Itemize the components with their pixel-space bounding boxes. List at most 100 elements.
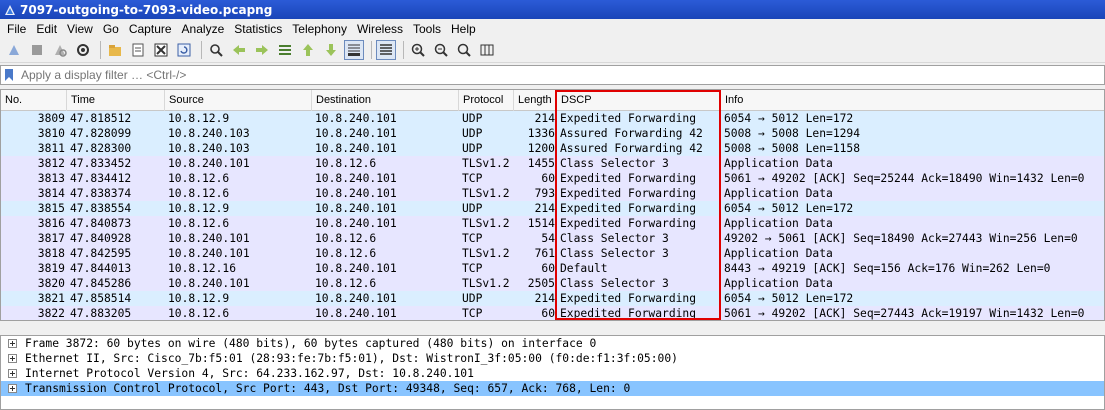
packet-destination: 10.8.240.101 <box>315 187 397 200</box>
packet-row[interactable]: 3813 47.834412 10.8.12.6 10.8.240.101 TCP 60 E… <box>1 171 1104 186</box>
column-destination[interactable]: Destination <box>312 90 459 111</box>
menu-telephony[interactable]: Telephony <box>287 22 352 36</box>
start-capture-icon[interactable] <box>4 40 24 60</box>
packet-protocol: TCP <box>462 262 483 275</box>
packet-source: 10.8.12.6 <box>168 172 230 185</box>
column-dscp[interactable]: DSCP <box>557 90 721 111</box>
packet-length: 54 <box>541 232 555 245</box>
packet-no: 3813 <box>37 172 65 185</box>
menu-go[interactable]: Go <box>98 22 124 36</box>
packet-row[interactable]: 3821 47.858514 10.8.12.9 10.8.240.101 UDP 214… <box>1 291 1104 306</box>
toolbar-separator <box>100 41 101 59</box>
packet-info: Application Data <box>724 247 833 260</box>
packet-rows: 3809 47.818512 10.8.12.9 10.8.240.101 UDP 214… <box>1 111 1104 320</box>
column-length[interactable]: Length <box>514 90 557 111</box>
detail-frame[interactable]: Frame 3872: 60 bytes on wire (480 bits),… <box>1 336 1104 351</box>
packet-length: 214 <box>534 112 555 125</box>
window-title: 7097-outgoing-to-7093-video.pcapng <box>20 2 273 17</box>
packet-destination: 10.8.12.6 <box>315 247 377 260</box>
column-protocol[interactable]: Protocol <box>459 90 514 111</box>
packet-destination: 10.8.12.6 <box>315 157 377 170</box>
menu-statistics[interactable]: Statistics <box>229 22 287 36</box>
packet-protocol: UDP <box>462 292 483 305</box>
restart-capture-icon[interactable] <box>50 40 70 60</box>
reload-file-icon[interactable] <box>174 40 194 60</box>
packet-row[interactable]: 3809 47.818512 10.8.12.9 10.8.240.101 UDP 214… <box>1 111 1104 126</box>
go-to-packet-icon[interactable] <box>275 40 295 60</box>
packet-row[interactable]: 3815 47.838554 10.8.12.9 10.8.240.101 UDP 214… <box>1 201 1104 216</box>
column-no[interactable]: No. <box>1 90 67 111</box>
open-file-icon[interactable] <box>105 40 125 60</box>
colorize-icon[interactable] <box>376 40 396 60</box>
packet-dscp: Class Selector 3 <box>560 232 669 245</box>
zoom-reset-icon[interactable] <box>454 40 474 60</box>
bookmark-icon[interactable] <box>4 67 18 83</box>
menu-wireless[interactable]: Wireless <box>352 22 408 36</box>
expand-icon[interactable] <box>8 384 17 393</box>
column-time[interactable]: Time <box>67 90 165 111</box>
go-first-packet-icon[interactable] <box>298 40 318 60</box>
packet-row[interactable]: 3819 47.844013 10.8.12.16 10.8.240.101 TCP 60… <box>1 261 1104 276</box>
packet-row[interactable]: 3816 47.840873 10.8.12.6 10.8.240.101 TLSv1.… <box>1 216 1104 231</box>
toolbar-separator <box>403 41 404 59</box>
resize-columns-icon[interactable] <box>477 40 497 60</box>
menu-tools[interactable]: Tools <box>408 22 446 36</box>
packet-destination: 10.8.240.101 <box>315 172 397 185</box>
column-source[interactable]: Source <box>165 90 312 111</box>
packet-dscp: Expedited Forwarding <box>560 112 697 125</box>
go-back-icon[interactable] <box>229 40 249 60</box>
packet-destination: 10.8.240.101 <box>315 127 397 140</box>
display-filter-bar <box>0 65 1105 85</box>
capture-options-icon[interactable] <box>73 40 93 60</box>
packet-row[interactable]: 3810 47.828099 10.8.240.103 10.8.240.101 UDP… <box>1 126 1104 141</box>
packet-list: No. Time Source Destination Protocol Len… <box>0 89 1105 321</box>
zoom-in-icon[interactable] <box>408 40 428 60</box>
packet-row[interactable]: 3817 47.840928 10.8.240.101 10.8.12.6 TCP 54 C… <box>1 231 1104 246</box>
auto-scroll-icon[interactable] <box>344 40 364 60</box>
packet-length: 60 <box>541 172 555 185</box>
detail-ipv4[interactable]: Internet Protocol Version 4, Src: 64.233… <box>1 366 1104 381</box>
main-toolbar <box>0 38 1105 63</box>
packet-row[interactable]: 3812 47.833452 10.8.240.101 10.8.12.6 TLSv1.… <box>1 156 1104 171</box>
packet-destination: 10.8.240.101 <box>315 112 397 125</box>
menu-file[interactable]: File <box>2 22 31 36</box>
go-last-packet-icon[interactable] <box>321 40 341 60</box>
packet-row[interactable]: 3820 47.845286 10.8.240.101 10.8.12.6 TLSv1.… <box>1 276 1104 291</box>
zoom-out-icon[interactable] <box>431 40 451 60</box>
find-packet-icon[interactable] <box>206 40 226 60</box>
detail-tcp[interactable]: Transmission Control Protocol, Src Port:… <box>1 381 1104 396</box>
close-file-icon[interactable] <box>151 40 171 60</box>
packet-info: 6054 → 5012 Len=172 <box>724 112 854 125</box>
packet-row[interactable]: 3814 47.838374 10.8.12.6 10.8.240.101 TLSv1.… <box>1 186 1104 201</box>
packet-source: 10.8.12.6 <box>168 217 230 230</box>
packet-length: 2505 <box>527 277 555 290</box>
packet-no: 3820 <box>37 277 65 290</box>
menu-edit[interactable]: Edit <box>31 22 62 36</box>
packet-time: 47.833452 <box>70 157 132 170</box>
expand-icon[interactable] <box>8 354 17 363</box>
packet-protocol: UDP <box>462 142 483 155</box>
stop-capture-icon[interactable] <box>27 40 47 60</box>
packet-row[interactable]: 3822 47.883205 10.8.12.6 10.8.240.101 TCP 60 E… <box>1 306 1104 320</box>
packet-protocol: UDP <box>462 202 483 215</box>
menu-analyze[interactable]: Analyze <box>177 22 230 36</box>
packet-time: 47.828300 <box>70 142 132 155</box>
packet-no: 3821 <box>37 292 65 305</box>
packet-no: 3812 <box>37 157 65 170</box>
expand-icon[interactable] <box>8 339 17 348</box>
column-info[interactable]: Info <box>721 90 1104 111</box>
display-filter-input[interactable] <box>21 68 1021 82</box>
packet-no: 3818 <box>37 247 65 260</box>
menu-capture[interactable]: Capture <box>124 22 177 36</box>
menu-view[interactable]: View <box>62 22 98 36</box>
packet-destination: 10.8.240.101 <box>315 262 397 275</box>
packet-no: 3810 <box>37 127 65 140</box>
detail-ethernet[interactable]: Ethernet II, Src: Cisco_7b:f5:01 (28:93:… <box>1 351 1104 366</box>
menu-help[interactable]: Help <box>446 22 481 36</box>
save-file-icon[interactable] <box>128 40 148 60</box>
expand-icon[interactable] <box>8 369 17 378</box>
go-forward-icon[interactable] <box>252 40 272 60</box>
packet-time: 47.838554 <box>70 202 132 215</box>
packet-row[interactable]: 3818 47.842595 10.8.240.101 10.8.12.6 TLSv1.… <box>1 246 1104 261</box>
packet-row[interactable]: 3811 47.828300 10.8.240.103 10.8.240.101 UDP… <box>1 141 1104 156</box>
